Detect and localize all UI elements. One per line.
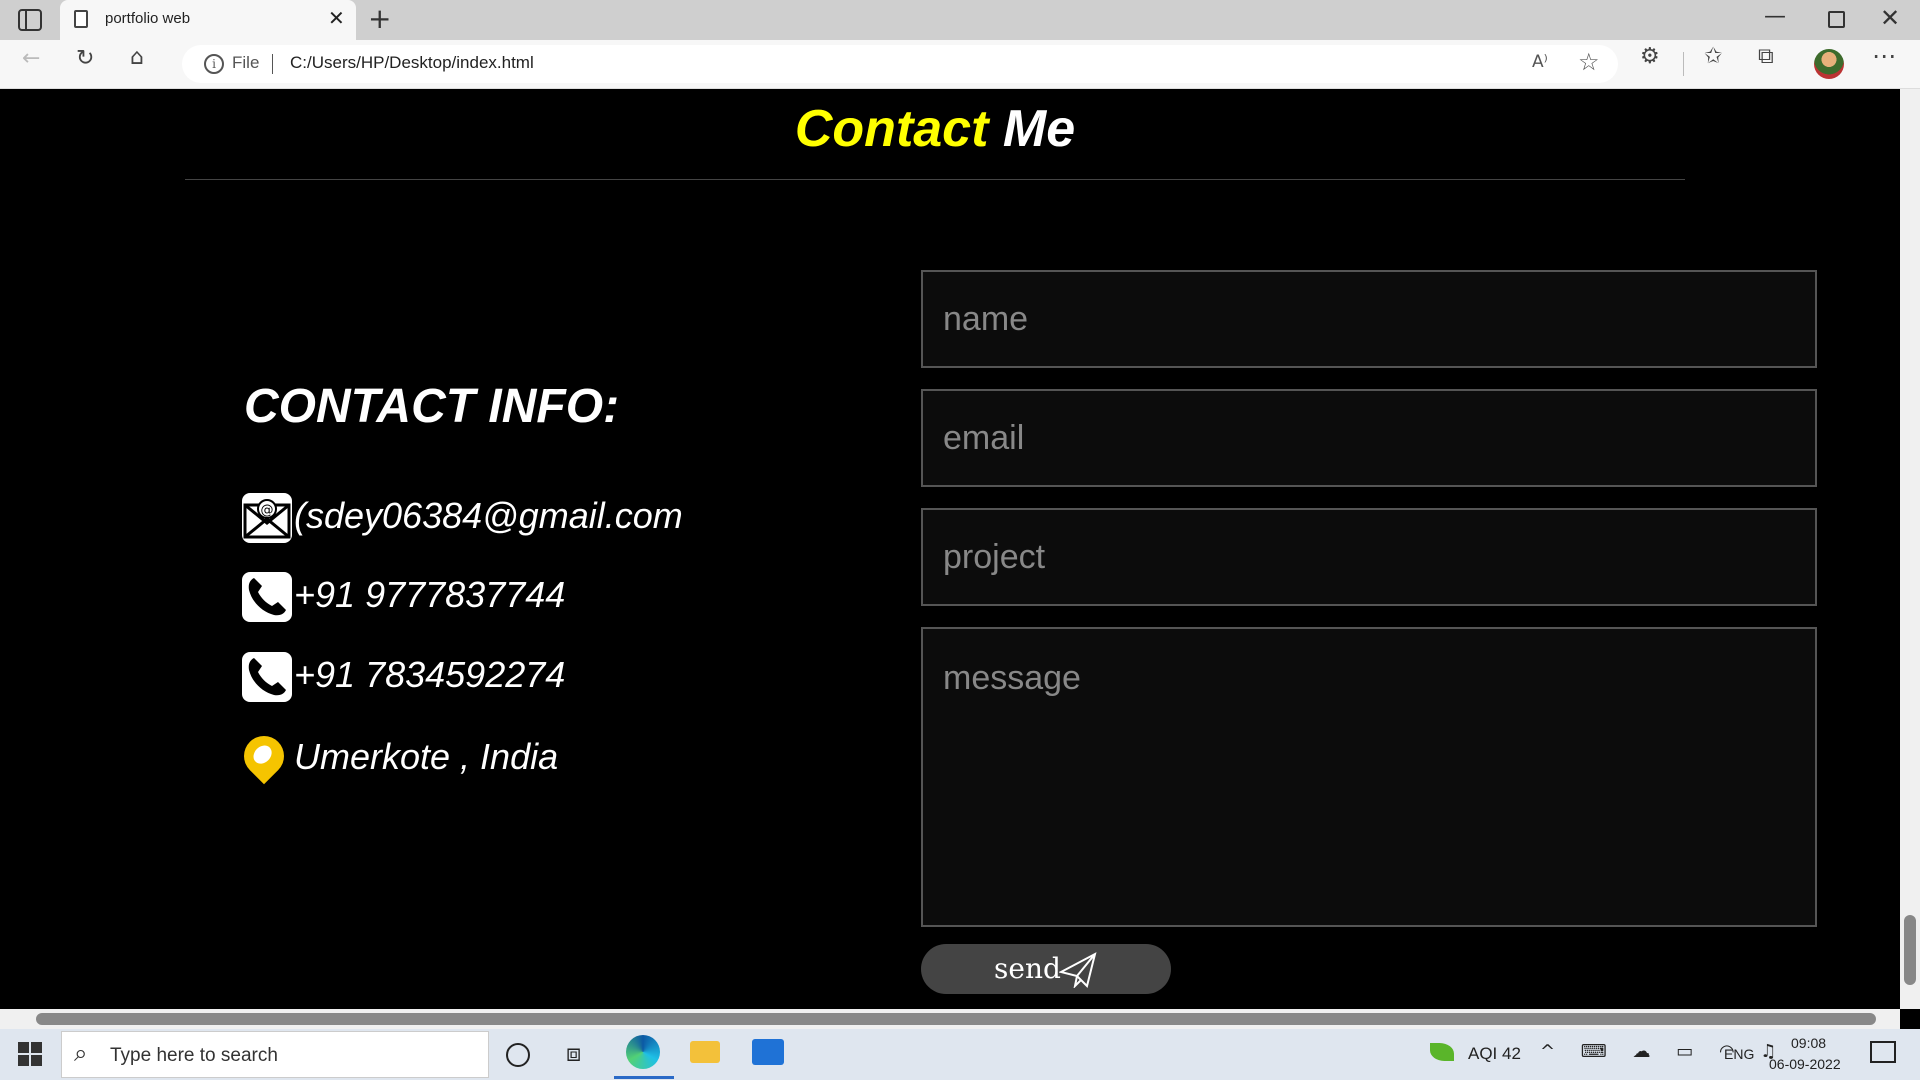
window-close-button[interactable]: ✕ [1880,4,1900,32]
horizontal-scroll-thumb[interactable] [36,1013,1876,1025]
clock-time[interactable]: 09:08 [1791,1035,1826,1051]
svg-text:@: @ [261,503,274,518]
mail-app-icon[interactable] [752,1039,784,1065]
toolbar-divider [1683,52,1684,76]
active-app-indicator [614,1076,674,1079]
page-title: Contact Me [0,99,1870,159]
back-icon[interactable]: ← [22,46,40,71]
reload-icon[interactable]: ↻ [76,46,94,71]
location-pin-icon [235,727,293,785]
taskbar-search-placeholder: Type here to search [110,1045,278,1066]
title-divider [185,179,1685,180]
task-view-icon[interactable]: ⧈ [566,1039,581,1067]
close-icon[interactable]: ✕ [328,6,345,30]
contact-phone-text: +91 9777837744 [294,574,566,615]
name-input[interactable]: name [921,270,1817,368]
paper-plane-icon [1058,952,1097,995]
language-indicator[interactable]: ENG [1724,1046,1754,1062]
tab-actions-icon[interactable] [18,9,42,31]
collections-icon[interactable]: ⧉ [1758,44,1774,69]
extensions-icon[interactable]: ⚙ [1640,44,1660,69]
more-icon[interactable]: ⋯ [1872,42,1896,70]
leaf-icon[interactable] [1430,1043,1454,1061]
url-text[interactable]: C:/Users/HP/Desktop/index.html [290,53,534,73]
browser-toolbar: ← ↻ ⌂ i File C:/Users/HP/Desktop/index.h… [0,40,1920,89]
aqi-widget[interactable]: AQI 42 [1468,1044,1521,1064]
vertical-scrollbar[interactable] [1900,89,1920,1009]
restore-button[interactable] [1828,11,1845,28]
home-icon[interactable]: ⌂ [130,45,144,70]
taskbar-search[interactable]: ⌕ Type here to search [61,1031,489,1078]
info-icon[interactable]: i [204,54,224,74]
url-separator [272,54,273,74]
windows-icon[interactable] [18,1042,42,1066]
vertical-scroll-thumb[interactable] [1904,915,1916,985]
page-content: Contact Me CONTACT INFO: @ (sdey06384@gm… [0,89,1900,1009]
read-aloud-icon[interactable]: A⁾ [1532,52,1548,72]
notification-icon[interactable] [1870,1041,1896,1063]
clock-date[interactable]: 06-09-2022 [1769,1056,1841,1072]
folder-icon[interactable] [690,1041,720,1063]
browser-tab[interactable]: portfolio web ✕ [60,0,356,40]
minimize-button[interactable]: — [1764,4,1786,29]
send-label: send [994,952,1061,985]
address-bar[interactable]: i File C:/Users/HP/Desktop/index.html A⁾… [182,45,1618,83]
contact-location-text: Umerkote , India [294,736,559,777]
mail-icon: @ [242,493,292,543]
message-textarea[interactable]: message [921,627,1817,927]
contact-email-text: (sdey06384@gmail.com [294,495,683,536]
taskbar: ⌕ Type here to search ⧈ AQI 42 ^ ⌨ ☁ ▭ ◠… [0,1029,1920,1080]
page-title-accent: Contact [794,100,989,158]
cortana-icon[interactable] [506,1043,530,1067]
phone-icon [242,572,292,622]
favorite-add-icon[interactable]: ☆ [1578,48,1600,76]
edge-icon[interactable] [626,1035,660,1069]
contact-phone-text: +91 7834592274 [294,654,566,695]
page-title-rest: Me [1002,100,1076,158]
plus-icon[interactable]: + [368,2,391,35]
phone-icon [242,652,292,702]
horizontal-scrollbar[interactable] [0,1009,1900,1029]
avatar[interactable] [1814,49,1844,79]
favorites-icon[interactable]: ✩ [1704,44,1722,69]
browser-titlebar: portfolio web ✕ + — ✕ [0,0,1920,40]
search-icon: ⌕ [74,1039,88,1067]
tab-title: portfolio web [105,10,191,27]
url-scheme-label: File [232,53,260,72]
contact-info-heading: CONTACT INFO: [244,380,620,433]
send-button[interactable]: send [921,944,1171,994]
email-input[interactable]: email [921,389,1817,487]
page-icon [74,10,88,28]
project-input[interactable]: project [921,508,1817,606]
